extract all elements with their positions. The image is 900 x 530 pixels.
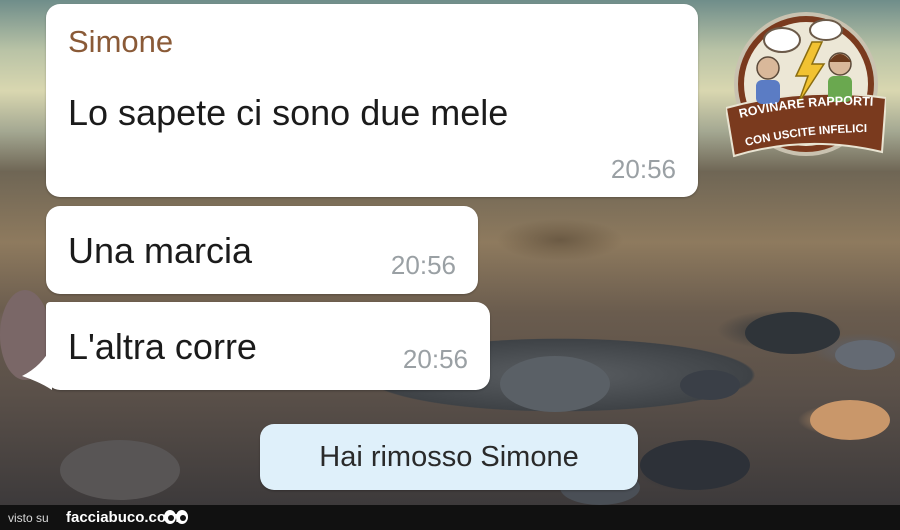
system-notice-text: Hai rimosso Simone: [319, 441, 579, 473]
pebble: [810, 400, 890, 440]
message-bubble[interactable]: Una marcia 20:56: [46, 206, 478, 294]
message-time: 20:56: [610, 154, 676, 184]
pebble: [640, 440, 750, 490]
people-logo: ROVINARE RAPPORTI CON USCITE INFELICI: [726, 12, 886, 158]
message-time: 20:56: [390, 250, 456, 280]
sender-name: Simone: [68, 24, 174, 59]
footer-bar: visto su facciabuco.com: [0, 505, 900, 530]
message-text: Lo sapete ci sono due mele: [68, 92, 509, 133]
pebble: [680, 370, 740, 400]
message-bubble[interactable]: L'altra corre 20:56: [46, 302, 490, 390]
pebble: [835, 340, 895, 370]
message-text: Una marcia: [68, 230, 253, 271]
bubble-tail: [22, 346, 52, 390]
pebble: [500, 356, 610, 412]
message-text: L'altra corre: [68, 326, 257, 367]
message-time: 20:56: [402, 344, 468, 374]
pebble: [745, 312, 840, 354]
footer-visto-su: visto su: [8, 511, 49, 525]
pebble: [60, 440, 180, 500]
message-bubble[interactable]: Simone Lo sapete ci sono due mele 20:56: [46, 4, 698, 197]
eyes-icon: [164, 510, 188, 524]
system-notice: Hai rimosso Simone: [260, 424, 638, 490]
